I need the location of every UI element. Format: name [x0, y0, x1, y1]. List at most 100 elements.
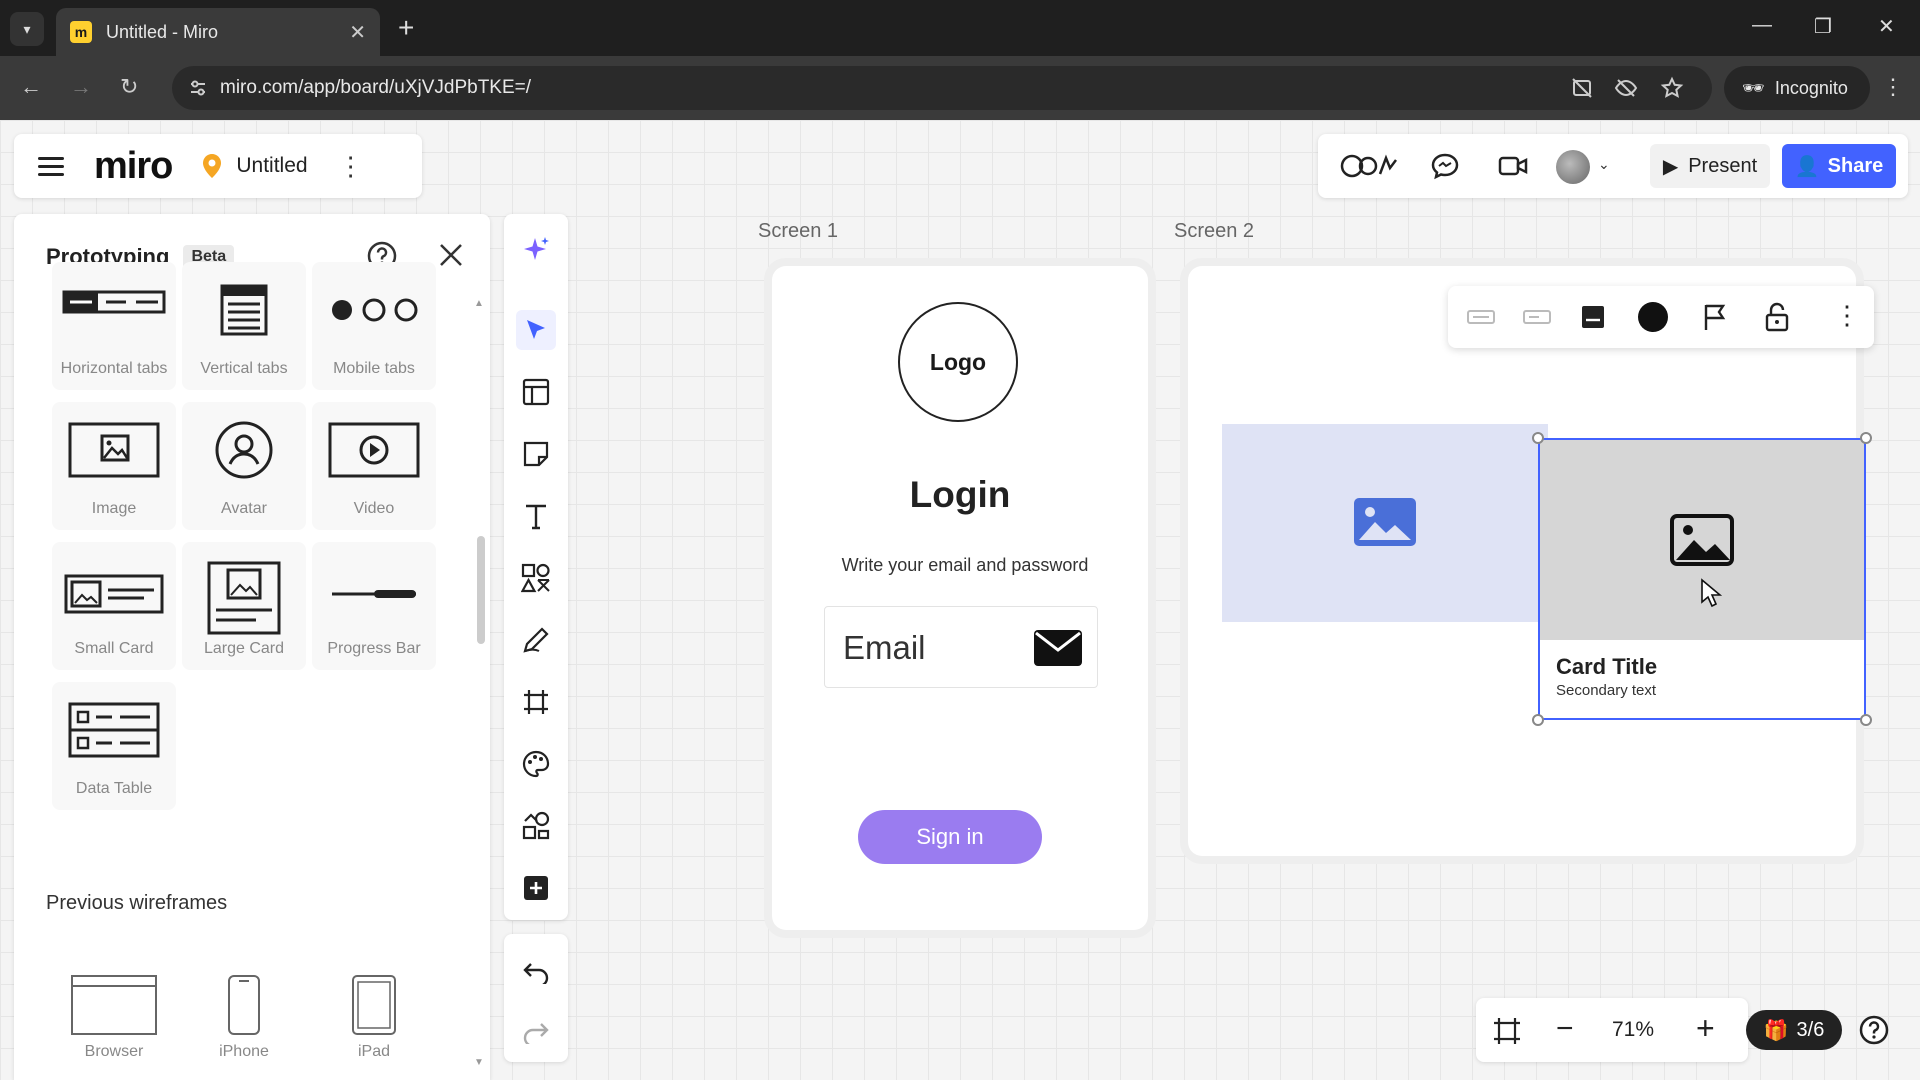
- templates-tool[interactable]: [516, 372, 556, 412]
- zoom-level[interactable]: 71%: [1612, 1018, 1654, 1042]
- card-layout-icon[interactable]: [1578, 302, 1608, 332]
- button-style-icon[interactable]: [1466, 302, 1496, 332]
- url-field[interactable]: miro.com/app/board/uXjVJdPbTKE=/: [172, 66, 1712, 110]
- tab-close-icon[interactable]: ✕: [349, 20, 366, 45]
- back-icon[interactable]: ←: [20, 74, 42, 100]
- logo-placeholder[interactable]: Logo: [898, 302, 1018, 422]
- bookmark-star-icon[interactable]: [1660, 76, 1684, 100]
- component-mobile-tabs[interactable]: Mobile tabs: [312, 262, 436, 390]
- component-progress-bar[interactable]: Progress Bar: [312, 542, 436, 670]
- browser-menu-icon[interactable]: ⋮: [1882, 74, 1904, 100]
- incognito-label: Incognito: [1774, 77, 1848, 98]
- more-apps-tool[interactable]: [516, 868, 556, 908]
- sticky-note-tool[interactable]: [516, 434, 556, 474]
- undo-button[interactable]: [516, 952, 556, 992]
- new-tab-button[interactable]: +: [398, 12, 414, 44]
- login-heading[interactable]: Login: [860, 474, 1060, 516]
- login-subtitle[interactable]: Write your email and password: [800, 555, 1130, 576]
- diagramming-tool[interactable]: [516, 806, 556, 846]
- frame-label-screen-2[interactable]: Screen 2: [1174, 220, 1254, 243]
- stickers-tool[interactable]: [516, 744, 556, 784]
- eye-off-icon[interactable]: [1614, 76, 1638, 100]
- cursor-arrow-icon: [527, 320, 545, 339]
- component-label: Vertical tabs: [200, 360, 288, 377]
- user-avatar[interactable]: [1556, 150, 1590, 184]
- video-call-icon[interactable]: [1498, 152, 1528, 180]
- scroll-up-icon[interactable]: ▲: [474, 298, 484, 309]
- input-style-icon[interactable]: [1522, 302, 1552, 332]
- component-vertical-tabs[interactable]: Vertical tabs: [182, 262, 306, 390]
- select-tool[interactable]: [516, 310, 556, 350]
- incognito-badge[interactable]: 🕶 Incognito: [1724, 66, 1870, 110]
- redo-button[interactable]: [516, 1012, 556, 1052]
- component-data-table[interactable]: Data Table: [52, 682, 176, 810]
- site-settings-icon[interactable]: [188, 78, 208, 98]
- component-label: Progress Bar: [327, 640, 421, 657]
- component-large-card[interactable]: Large Card: [182, 542, 306, 670]
- component-avatar[interactable]: Avatar: [182, 402, 306, 530]
- lock-icon[interactable]: [1762, 302, 1792, 332]
- browser-tabbar: ▾ m Untitled - Miro ✕ + — ❐ ✕: [0, 0, 1920, 56]
- scroll-down-icon[interactable]: ▼: [474, 1057, 484, 1068]
- image-placeholder[interactable]: [1222, 424, 1548, 622]
- frame-icon: [524, 690, 548, 714]
- sign-in-button[interactable]: Sign in: [858, 810, 1042, 864]
- plus-square-icon: [524, 876, 548, 900]
- reactions-icon[interactable]: [1340, 152, 1400, 180]
- prototyping-panel: Prototyping Beta Horizontal tabs Vertica…: [14, 214, 490, 1080]
- chevron-down-icon[interactable]: ⌄: [1598, 156, 1610, 173]
- component-video[interactable]: Video: [312, 402, 436, 530]
- close-icon[interactable]: [438, 242, 464, 268]
- share-button[interactable]: 👤 Share: [1782, 144, 1896, 188]
- onboarding-progress-badge[interactable]: 🎁 3/6: [1746, 1010, 1842, 1050]
- board-options-icon[interactable]: ⋮: [338, 151, 364, 182]
- fit-to-screen-icon[interactable]: [1492, 1016, 1522, 1046]
- no-tracking-icon[interactable]: [1570, 76, 1594, 100]
- component-image[interactable]: Image: [52, 402, 176, 530]
- ai-sparkle-tool[interactable]: [516, 230, 556, 270]
- frame-label-screen-1[interactable]: Screen 1: [758, 220, 838, 243]
- help-icon[interactable]: [1858, 1014, 1890, 1046]
- miro-logo[interactable]: miro: [94, 145, 173, 188]
- comments-icon[interactable]: [1430, 152, 1460, 180]
- text-tool[interactable]: [516, 496, 556, 536]
- minimize-icon[interactable]: —: [1752, 14, 1772, 37]
- wireframe-iphone[interactable]: iPhone: [182, 974, 306, 1080]
- window-close-icon[interactable]: ✕: [1878, 14, 1895, 39]
- restore-icon[interactable]: ❐: [1814, 14, 1832, 39]
- scrollbar-thumb[interactable]: [477, 536, 485, 644]
- pen-tool[interactable]: [516, 620, 556, 660]
- image-icon: [1354, 498, 1416, 546]
- forward-icon[interactable]: →: [70, 74, 92, 100]
- frame-tool[interactable]: [516, 682, 556, 722]
- resize-handle[interactable]: [1532, 432, 1544, 444]
- resize-handle[interactable]: [1860, 714, 1872, 726]
- resize-handle[interactable]: [1532, 714, 1544, 726]
- history-toolbar: [504, 934, 568, 1062]
- wireframe-browser[interactable]: Browser: [52, 974, 176, 1080]
- board-header: miro Untitled ⋮: [14, 134, 422, 198]
- video-icon: [328, 422, 420, 478]
- more-options-icon[interactable]: ⋮: [1834, 300, 1860, 331]
- board-location-pin-icon: [203, 154, 222, 178]
- email-field[interactable]: Email: [824, 606, 1098, 688]
- board-title[interactable]: Untitled: [236, 154, 307, 178]
- tab-search-button[interactable]: ▾: [10, 12, 44, 46]
- panel-scrollbar[interactable]: ▲ ▼: [474, 298, 488, 1068]
- main-menu-icon[interactable]: [38, 152, 64, 181]
- component-horizontal-tabs[interactable]: Horizontal tabs: [52, 262, 176, 390]
- pen-icon: [523, 627, 549, 653]
- wireframe-ipad[interactable]: iPad: [312, 974, 436, 1080]
- resize-handle[interactable]: [1860, 432, 1872, 444]
- flag-icon[interactable]: [1700, 302, 1730, 332]
- component-small-card[interactable]: Small Card: [52, 542, 176, 670]
- shapes-tool[interactable]: [516, 558, 556, 598]
- color-fill-icon[interactable]: [1636, 300, 1670, 334]
- sign-in-label: Sign in: [916, 824, 984, 849]
- zoom-out-icon[interactable]: −: [1556, 1012, 1574, 1046]
- url-text: miro.com/app/board/uXjVJdPbTKE=/: [220, 77, 532, 98]
- reload-icon[interactable]: ↻: [120, 74, 138, 100]
- zoom-in-icon[interactable]: +: [1696, 1010, 1715, 1047]
- present-button[interactable]: ▶ Present: [1650, 144, 1770, 188]
- browser-tab[interactable]: m Untitled - Miro ✕: [56, 8, 380, 56]
